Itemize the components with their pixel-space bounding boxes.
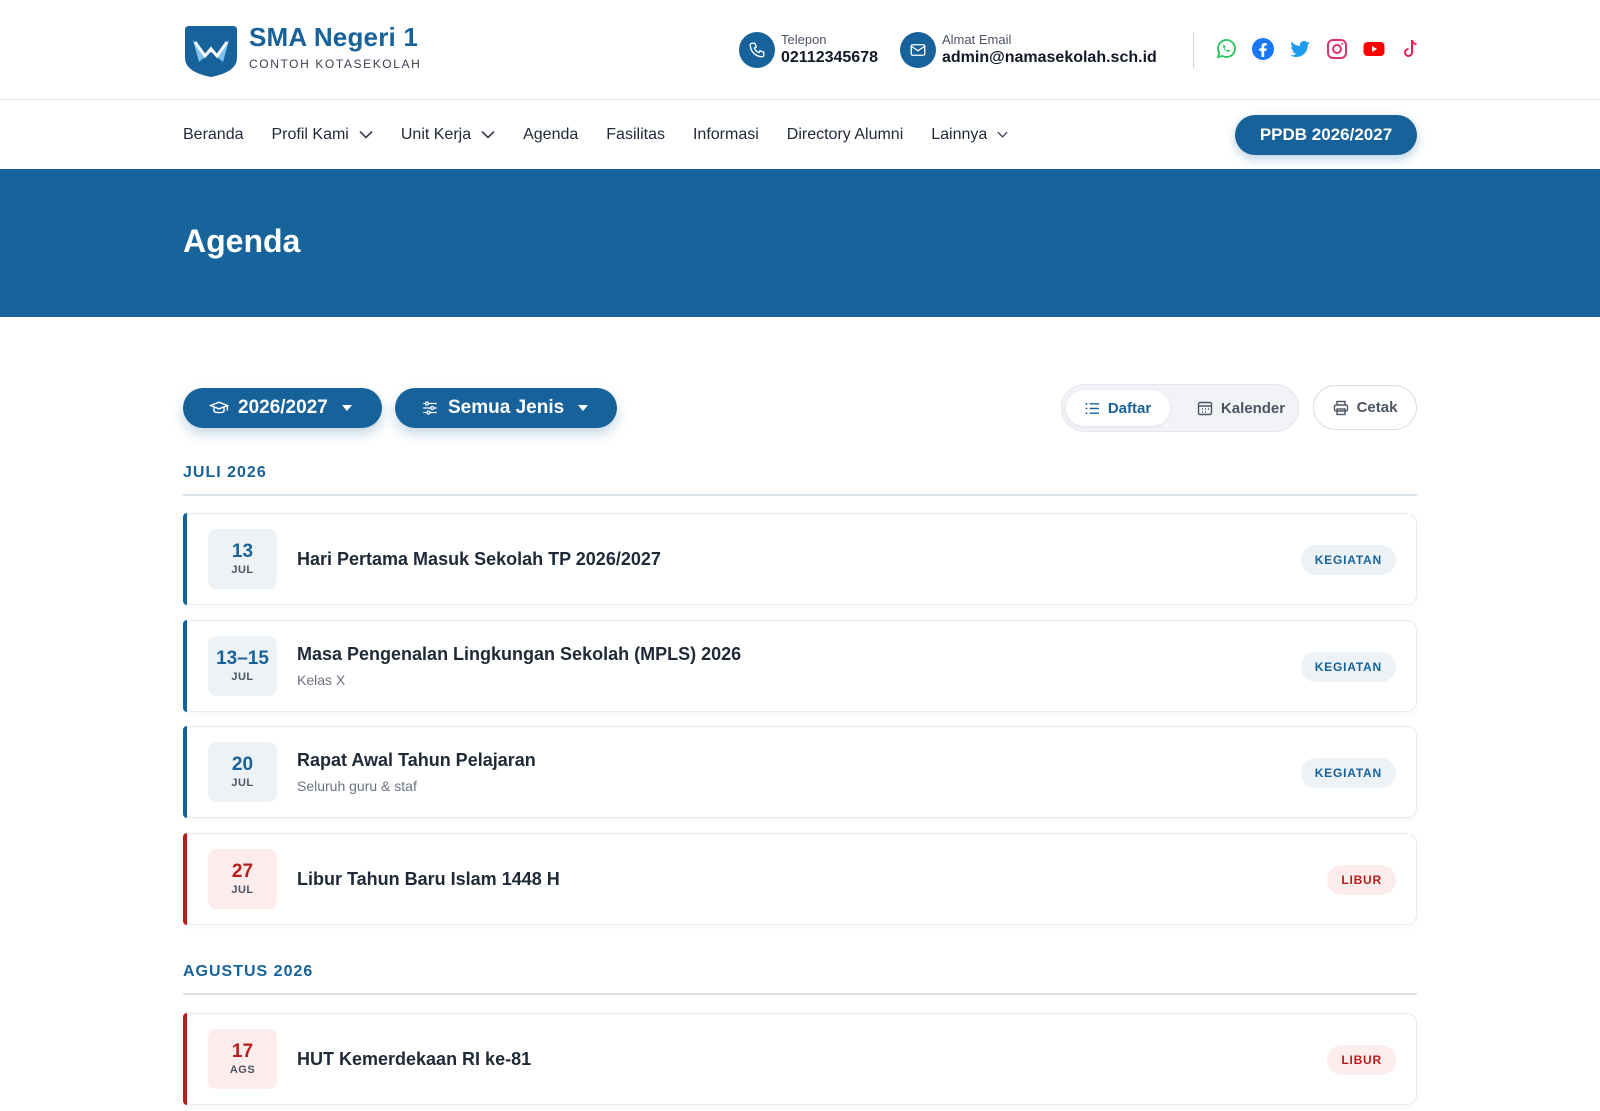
facebook-icon[interactable]	[1251, 36, 1275, 62]
print-button[interactable]: Cetak	[1313, 385, 1417, 430]
year-filter-value: 2026/2027	[238, 397, 328, 418]
view-list-label: Daftar	[1107, 399, 1152, 417]
event-day: 20	[231, 754, 254, 775]
nav-label: Agenda	[523, 125, 579, 143]
page-hero: Agenda	[0, 169, 1600, 317]
list-icon	[1085, 402, 1100, 415]
event-type-badge: LIBUR	[1327, 865, 1396, 895]
event-day: 27	[231, 861, 254, 882]
month-divider	[183, 494, 1417, 496]
school-name[interactable]: SMA Negeri 1	[249, 22, 418, 53]
nav-agenda[interactable]: Agenda	[523, 126, 578, 144]
twitter-icon[interactable]	[1288, 36, 1312, 62]
event-subtitle: Kelas X	[297, 672, 346, 688]
caret-down-icon	[578, 405, 589, 411]
event-day: 13	[231, 541, 254, 562]
phone-value[interactable]: 02112345678	[781, 48, 878, 68]
nav-label: Profil Kami	[271, 125, 349, 143]
event-type-badge: KEGIATAN	[1300, 758, 1396, 788]
event-month: AGS	[229, 1064, 256, 1076]
event-type-badge: KEGIATAN	[1300, 652, 1396, 682]
tiktok-icon[interactable]	[1399, 36, 1423, 62]
date-box: 20 JUL	[208, 742, 277, 802]
sliders-icon	[421, 399, 439, 417]
agenda-item[interactable]: 27 JUL Libur Tahun Baru Islam 1448 H LIB…	[183, 833, 1417, 925]
nav-label: Lainnya	[931, 125, 988, 143]
event-month: JUL	[231, 777, 254, 789]
contact-email[interactable]: Almat Email admin@namasekolah.sch.id	[900, 30, 1157, 70]
event-type-badge: LIBUR	[1327, 1045, 1396, 1075]
instagram-icon[interactable]	[1325, 36, 1349, 62]
calendar-icon	[1197, 400, 1213, 416]
nav-beranda[interactable]: Beranda	[183, 126, 244, 144]
school-logo[interactable]	[183, 22, 239, 78]
event-title: HUT Kemerdekaan RI ke-81	[297, 1049, 532, 1069]
event-title: Hari Pertama Masuk Sekolah TP 2026/2027	[297, 549, 661, 569]
chevron-down-icon	[359, 130, 373, 139]
email-label: Almat Email	[942, 32, 1012, 47]
event-day: 13–15	[216, 648, 269, 669]
nav-unit-kerja[interactable]: Unit Kerja	[401, 126, 495, 144]
agenda-item[interactable]: 13 JUL Hari Pertama Masuk Sekolah TP 202…	[183, 513, 1417, 605]
mail-icon	[900, 32, 936, 68]
date-box: 17 AGS	[208, 1029, 277, 1089]
event-type-badge: KEGIATAN	[1300, 545, 1396, 575]
graduation-cap-icon	[209, 399, 229, 417]
social-links	[1214, 36, 1423, 62]
view-list-button[interactable]: Daftar	[1066, 390, 1170, 426]
view-calendar-button[interactable]: Kalender	[1186, 390, 1296, 426]
agenda-item[interactable]: 13–15 JUL Masa Pengenalan Lingkungan Sek…	[183, 620, 1417, 712]
nav-label: Fasilitas	[606, 125, 665, 143]
event-title: Libur Tahun Baru Islam 1448 H	[297, 869, 560, 889]
chevron-down-icon	[997, 131, 1008, 138]
nav-informasi[interactable]: Informasi	[693, 126, 759, 144]
event-subtitle: Seluruh guru & staf	[297, 778, 417, 794]
nav-label: Unit Kerja	[400, 125, 472, 143]
main-navbar: Beranda Profil Kami Unit Kerja Agenda Fa…	[0, 100, 1600, 169]
nav-label: Informasi	[692, 125, 759, 143]
event-title: Rapat Awal Tahun Pelajaran	[297, 750, 536, 770]
nav-label: Beranda	[183, 125, 244, 143]
whatsapp-icon[interactable]	[1214, 36, 1238, 62]
view-calendar-label: Kalender	[1220, 399, 1286, 417]
nav-directory-alumni[interactable]: Directory Alumni	[787, 126, 903, 144]
view-toggle: Daftar Kalender	[1061, 384, 1299, 432]
event-title: Masa Pengenalan Lingkungan Sekolah (MPLS…	[297, 644, 742, 664]
email-value[interactable]: admin@namasekolah.sch.id	[942, 48, 1157, 68]
event-month: JUL	[231, 671, 254, 683]
type-filter-dropdown[interactable]: Semua Jenis	[395, 388, 617, 428]
nav-fasilitas[interactable]: Fasilitas	[606, 126, 665, 144]
date-box: 27 JUL	[208, 849, 277, 909]
phone-label: Telepon	[781, 32, 827, 47]
nav-label: Directory Alumni	[786, 125, 904, 143]
ppdb-button[interactable]: PPDB 2026/2027	[1235, 115, 1417, 155]
main-nav: Beranda Profil Kami Unit Kerja Agenda Fa…	[183, 100, 1036, 169]
event-month: JUL	[231, 564, 254, 576]
print-label: Cetak	[1356, 399, 1398, 416]
month-heading: JULI 2026	[183, 464, 267, 481]
phone-icon	[739, 32, 775, 68]
event-day: 17	[231, 1041, 254, 1062]
agenda-item[interactable]: 20 JUL Rapat Awal Tahun Pelajaran Seluru…	[183, 726, 1417, 818]
date-box: 13 JUL	[208, 529, 277, 589]
month-heading: AGUSTUS 2026	[183, 963, 314, 980]
school-city: CONTOH KOTASEKOLAH	[249, 57, 422, 71]
contact-phone[interactable]: Telepon 02112345678	[739, 30, 878, 70]
nav-profil-kami[interactable]: Profil Kami	[272, 126, 373, 144]
page-title: Agenda	[183, 223, 301, 259]
year-filter-dropdown[interactable]: 2026/2027	[183, 388, 382, 428]
top-header: SMA Negeri 1 CONTOH KOTASEKOLAH Telepon …	[0, 0, 1600, 100]
chevron-down-icon	[481, 130, 495, 139]
caret-down-icon	[341, 405, 352, 411]
event-month: JUL	[231, 884, 254, 896]
header-divider	[1193, 32, 1194, 68]
month-divider	[183, 993, 1417, 995]
nav-lainnya[interactable]: Lainnya	[931, 126, 1008, 144]
youtube-icon[interactable]	[1362, 36, 1386, 62]
agenda-item[interactable]: 17 AGS HUT Kemerdekaan RI ke-81 LIBUR	[183, 1013, 1417, 1105]
date-box: 13–15 JUL	[208, 636, 277, 696]
printer-icon	[1333, 400, 1349, 416]
type-filter-value: Semua Jenis	[448, 397, 565, 418]
